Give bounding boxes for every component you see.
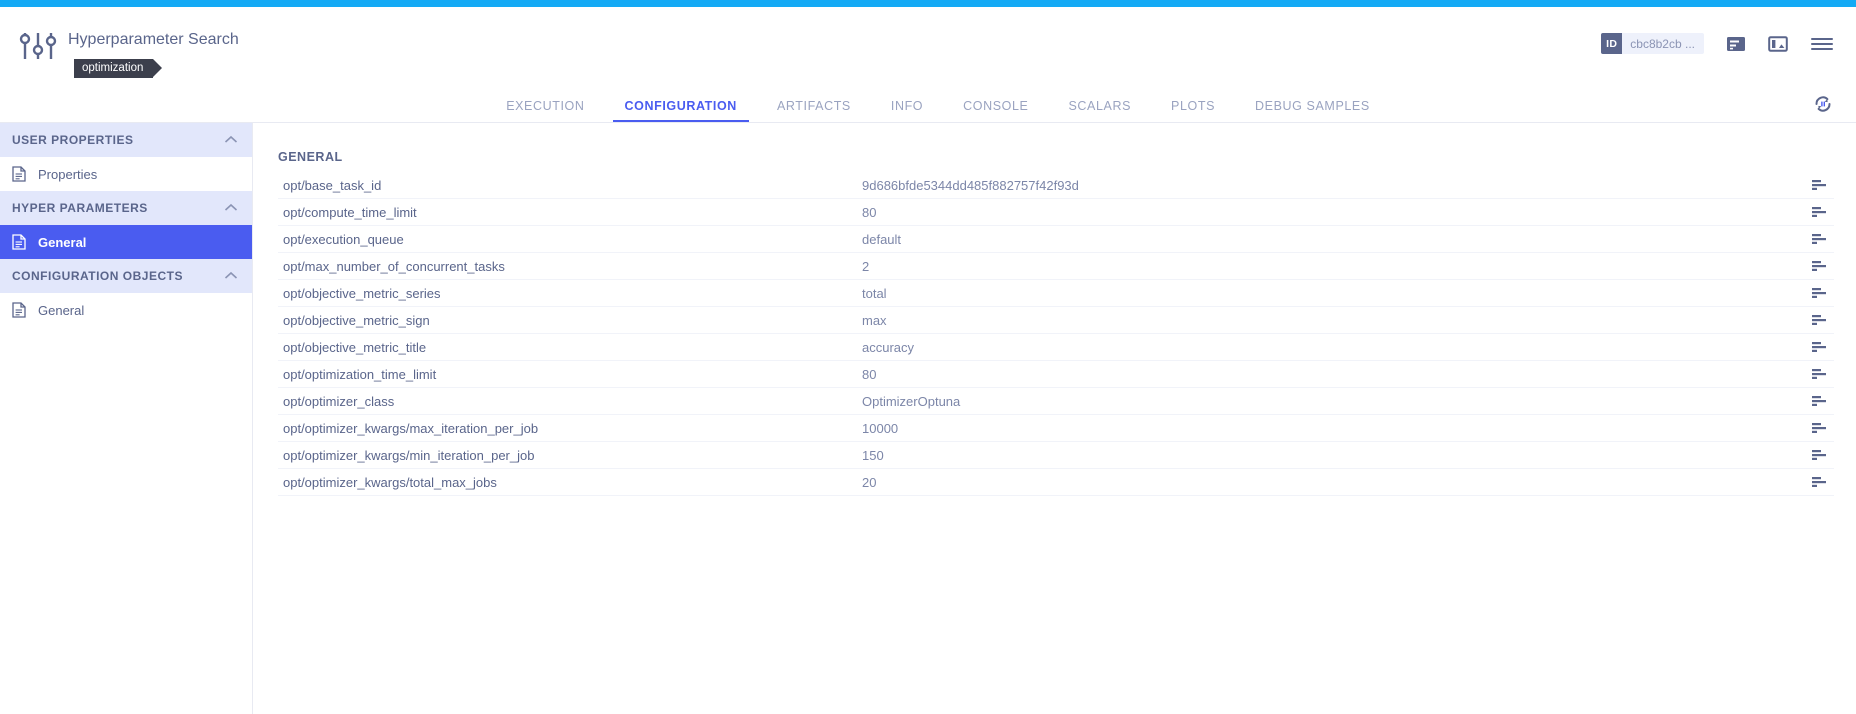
text-lines-icon[interactable] — [1812, 420, 1834, 436]
tag-row: optimization — [68, 58, 239, 78]
sidebar-section-user-properties[interactable]: USER PROPERTIES — [0, 123, 252, 157]
config-key: opt/base_task_id — [278, 178, 862, 193]
config-value: 9d686bfde5344dd485f882757f42f93d — [862, 178, 1812, 193]
table-row[interactable]: opt/compute_time_limit80 — [278, 199, 1834, 226]
configuration-table: opt/base_task_id9d686bfde5344dd485f88275… — [253, 172, 1856, 496]
table-row[interactable]: opt/objective_metric_seriestotal — [278, 280, 1834, 307]
table-row[interactable]: opt/optimization_time_limit80 — [278, 361, 1834, 388]
sidebar-section-hyper-parameters[interactable]: HYPER PARAMETERS — [0, 191, 252, 225]
sidebar-section-configuration-objects[interactable]: CONFIGURATION OBJECTS — [0, 259, 252, 293]
task-id-value: cbc8b2cb ... — [1622, 37, 1704, 51]
title-block: Hyperparameter Search optimization — [68, 27, 239, 78]
tab-console[interactable]: CONSOLE — [943, 99, 1048, 122]
config-value: 2 — [862, 259, 1812, 274]
chevron-up-icon[interactable] — [224, 267, 238, 285]
tab-plots[interactable]: PLOTS — [1151, 99, 1235, 122]
page-header: Hyperparameter Search optimization ID cb… — [0, 7, 1856, 85]
document-icon — [12, 234, 26, 250]
config-value: total — [862, 286, 1812, 301]
auto-refresh-icon[interactable] — [1810, 91, 1836, 117]
config-key: opt/optimization_time_limit — [278, 367, 862, 382]
config-value: accuracy — [862, 340, 1812, 355]
config-key: opt/optimizer_class — [278, 394, 862, 409]
config-key: opt/objective_metric_title — [278, 340, 862, 355]
text-lines-icon[interactable] — [1812, 366, 1834, 382]
chevron-up-icon[interactable] — [224, 131, 238, 149]
config-key: opt/max_number_of_concurrent_tasks — [278, 259, 862, 274]
sidebar-section-label: CONFIGURATION OBJECTS — [12, 269, 183, 283]
text-lines-icon[interactable] — [1812, 339, 1834, 355]
tabs: EXECUTION CONFIGURATION ARTIFACTS INFO C… — [466, 99, 1390, 122]
sidebar-section-label: USER PROPERTIES — [12, 133, 134, 147]
text-lines-icon[interactable] — [1812, 474, 1834, 490]
config-value: default — [862, 232, 1812, 247]
tab-configuration[interactable]: CONFIGURATION — [605, 99, 757, 122]
table-row[interactable]: opt/objective_metric_titleaccuracy — [278, 334, 1834, 361]
task-id-badge[interactable]: ID cbc8b2cb ... — [1601, 33, 1704, 54]
sidebar-item-configuration-objects-general[interactable]: General — [0, 293, 252, 327]
table-row[interactable]: opt/optimizer_kwargs/total_max_jobs20 — [278, 469, 1834, 496]
tab-scalars[interactable]: SCALARS — [1048, 99, 1151, 122]
document-icon — [12, 302, 26, 318]
config-value: 80 — [862, 367, 1812, 382]
document-icon — [12, 166, 26, 182]
text-lines-icon[interactable] — [1812, 231, 1834, 247]
config-value: 10000 — [862, 421, 1812, 436]
text-lines-icon[interactable] — [1812, 285, 1834, 301]
config-value: 150 — [862, 448, 1812, 463]
chevron-up-icon[interactable] — [224, 199, 238, 217]
config-key: opt/execution_queue — [278, 232, 862, 247]
hamburger-menu-icon[interactable] — [1810, 35, 1834, 53]
config-key: opt/optimizer_kwargs/total_max_jobs — [278, 475, 862, 490]
sidebar-item-hyper-parameters-general[interactable]: General — [0, 225, 252, 259]
config-value: max — [862, 313, 1812, 328]
sidebar-item-label: Properties — [38, 167, 97, 182]
config-key: opt/objective_metric_sign — [278, 313, 862, 328]
tab-execution[interactable]: EXECUTION — [486, 99, 604, 122]
table-row[interactable]: opt/max_number_of_concurrent_tasks2 — [278, 253, 1834, 280]
table-row[interactable]: opt/execution_queuedefault — [278, 226, 1834, 253]
text-lines-icon[interactable] — [1812, 204, 1834, 220]
tab-info[interactable]: INFO — [871, 99, 943, 122]
table-row[interactable]: opt/optimizer_kwargs/max_iteration_per_j… — [278, 415, 1834, 442]
table-row[interactable]: opt/base_task_id9d686bfde5344dd485f88275… — [278, 172, 1834, 199]
config-key: opt/optimizer_kwargs/max_iteration_per_j… — [278, 421, 862, 436]
tab-artifacts[interactable]: ARTIFACTS — [757, 99, 871, 122]
section-title: GENERAL — [253, 123, 1856, 164]
page-title: Hyperparameter Search — [68, 27, 239, 50]
table-row[interactable]: opt/objective_metric_signmax — [278, 307, 1834, 334]
task-id-label: ID — [1601, 33, 1622, 54]
sidebar: USER PROPERTIES Properties HYPER PARAMET… — [0, 123, 253, 714]
text-lines-icon[interactable] — [1812, 312, 1834, 328]
header-actions: ID cbc8b2cb ... — [1601, 7, 1856, 54]
config-key: opt/compute_time_limit — [278, 205, 862, 220]
config-value: 80 — [862, 205, 1812, 220]
table-row[interactable]: opt/optimizer_kwargs/min_iteration_per_j… — [278, 442, 1834, 469]
sidebar-section-label: HYPER PARAMETERS — [12, 201, 148, 215]
main-panel: GENERAL opt/base_task_id9d686bfde5344dd4… — [253, 123, 1856, 714]
text-lines-icon[interactable] — [1812, 177, 1834, 193]
split-panel-icon[interactable] — [1768, 35, 1788, 53]
sliders-icon — [18, 29, 58, 63]
task-tag[interactable]: optimization — [74, 59, 153, 78]
header-left: Hyperparameter Search optimization — [0, 7, 239, 78]
details-view-icon[interactable] — [1726, 35, 1746, 53]
tab-bar: EXECUTION CONFIGURATION ARTIFACTS INFO C… — [0, 85, 1856, 123]
sidebar-item-label: General — [38, 235, 86, 250]
sidebar-item-properties[interactable]: Properties — [0, 157, 252, 191]
text-lines-icon[interactable] — [1812, 258, 1834, 274]
config-value: OptimizerOptuna — [862, 394, 1812, 409]
tab-debug-samples[interactable]: DEBUG SAMPLES — [1235, 99, 1390, 122]
sidebar-item-label: General — [38, 303, 84, 318]
text-lines-icon[interactable] — [1812, 393, 1834, 409]
config-value: 20 — [862, 475, 1812, 490]
config-key: opt/objective_metric_series — [278, 286, 862, 301]
config-key: opt/optimizer_kwargs/min_iteration_per_j… — [278, 448, 862, 463]
table-row[interactable]: opt/optimizer_classOptimizerOptuna — [278, 388, 1834, 415]
text-lines-icon[interactable] — [1812, 447, 1834, 463]
